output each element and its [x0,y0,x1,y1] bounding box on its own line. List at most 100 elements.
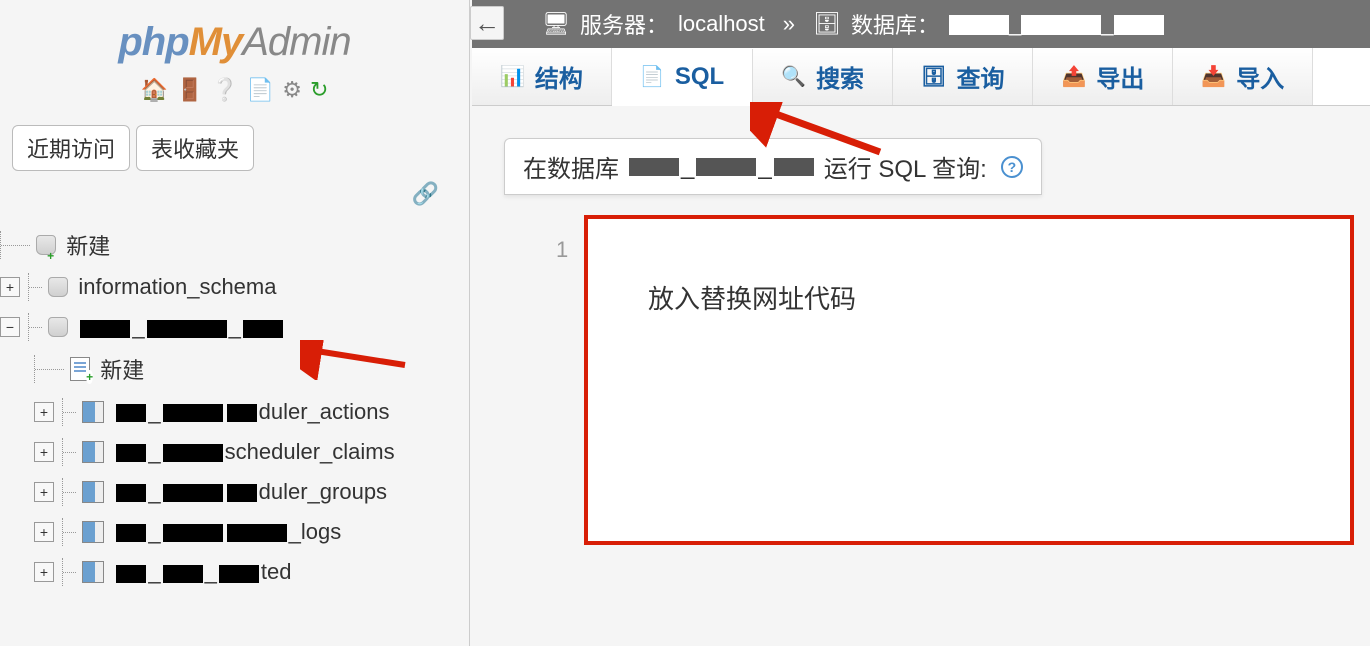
tree-table-2[interactable]: + _scheduler_claims [0,432,459,472]
redacted-text [219,565,259,583]
tab-export[interactable]: 📤 导出 [1033,48,1173,105]
expand-icon[interactable]: + [34,442,54,462]
t4-suffix: _logs [289,519,342,544]
redacted-text [163,444,223,462]
table-1-label: _duler_actions [114,399,389,424]
sql-editor[interactable]: 放入替换网址代码 [584,215,1354,545]
table-3-label: _duler_groups [114,479,387,504]
sidebar-tabs: 近期访问 表收藏夹 [0,113,469,171]
redacted-text [696,158,756,176]
nav-tree: 新建 + information_schema − __ 新建 [0,217,469,602]
tree-table-3[interactable]: + _duler_groups [0,472,459,512]
expand-icon[interactable]: + [34,522,54,542]
redacted-text [116,524,146,542]
logo-admin: Admin [242,20,350,64]
home-icon[interactable]: 🏠 [141,77,168,103]
database-icon [48,277,68,297]
line-number: 1 [556,237,568,263]
tab-query[interactable]: 🗄 查询 [893,48,1033,105]
editor-placeholder: 放入替换网址代码 [588,219,1350,376]
redacted-text [1021,15,1101,35]
tree-new[interactable]: 新建 [0,223,459,267]
search-icon: 🔍 [781,64,806,89]
tab-export-label: 导出 [1096,59,1144,94]
expand-icon[interactable]: + [34,482,54,502]
redacted-text [227,524,287,542]
help-icon[interactable]: ❔ [211,77,238,103]
new-table-icon [70,357,90,381]
table-icon [82,401,104,423]
table-icon [82,481,104,503]
expand-icon[interactable]: + [0,277,20,297]
table-icon [82,561,104,583]
link-icon[interactable]: 🔗 [412,181,439,206]
redacted-text [163,404,223,422]
gear-icon[interactable]: ⚙ [282,77,302,103]
tree-db-information-schema[interactable]: + information_schema [0,267,459,307]
query-icon: 🗄 [921,64,946,89]
redacted-text [163,524,223,542]
structure-icon: 📊 [500,64,525,89]
redacted-text [116,484,146,502]
exit-icon[interactable]: 🚪 [176,77,203,103]
tab-import[interactable]: 📥 导入 [1173,48,1313,105]
breadcrumb: 🖥 服务器： localhost » 🗄 数据库： __ [472,0,1370,48]
back-button[interactable]: ← [470,6,504,40]
tab-sql[interactable]: 📄 SQL [612,49,753,106]
db1-label: information_schema [78,274,276,299]
recent-tab[interactable]: 近期访问 [12,125,130,171]
tab-search-label: 搜索 [816,59,864,94]
redacted-text [949,15,1009,35]
redacted-text [227,484,257,502]
table-2-label: _scheduler_claims [114,439,394,464]
favorites-tab[interactable]: 表收藏夹 [136,125,254,171]
reload-icon[interactable]: ↻ [310,77,328,103]
t5-suffix: ted [261,559,292,584]
tree-db-current[interactable]: − __ [0,307,459,347]
tab-structure-label: 结构 [535,59,583,94]
redacted-text [116,565,146,583]
database-icon: 🗄 [813,11,841,37]
tab-sql-label: SQL [675,63,724,91]
sidebar: phpMyAdmin 🏠 🚪 ❔ 📄 ⚙ ↻ 近期访问 表收藏夹 🔗 新建 + [0,0,470,646]
code-editor-area: 1 放入替换网址代码 [584,215,1350,545]
new-table-label: 新建 [100,358,144,383]
tree-table-1[interactable]: + _duler_actions [0,391,459,431]
panel-prefix: 在数据库 [523,149,619,184]
sidebar-toolbar: 🏠 🚪 ❔ 📄 ⚙ ↻ [10,77,459,103]
help-icon[interactable]: ? [1001,156,1023,178]
table-icon [82,521,104,543]
bc-server-value[interactable]: localhost [678,11,765,37]
redacted-text [116,404,146,422]
t2-suffix: scheduler_claims [225,439,395,464]
redacted-text [243,320,283,338]
table-5-label: __ted [114,559,291,584]
import-icon: 📥 [1201,64,1226,89]
server-icon: 🖥 [542,11,570,37]
main-tabs: 📊 结构 📄 SQL 🔍 搜索 🗄 查询 📤 导出 📥 导入 [472,48,1370,106]
redacted-text [147,320,227,338]
expand-icon[interactable]: + [34,402,54,422]
t1-suffix: duler_actions [259,399,390,424]
database-icon [48,317,68,337]
logo-area: phpMyAdmin 🏠 🚪 ❔ 📄 ⚙ ↻ [0,0,469,113]
tree-table-5[interactable]: + __ted [0,552,459,592]
table-icon [82,441,104,463]
redacted-text [163,565,203,583]
bc-db-value[interactable]: __ [949,11,1164,37]
panel-suffix: 运行 SQL 查询: [824,149,987,184]
tree-table-4[interactable]: + __logs [0,512,459,552]
collapse-icon[interactable]: − [0,317,20,337]
redacted-text [80,320,130,338]
tab-search[interactable]: 🔍 搜索 [753,48,893,105]
tab-structure[interactable]: 📊 结构 [472,48,612,105]
redacted-text [629,158,679,176]
table-4-label: __logs [114,519,341,544]
tree-new-label: 新建 [66,234,110,259]
expand-icon[interactable]: + [34,562,54,582]
docs-icon[interactable]: 📄 [247,77,274,103]
panel-header: 在数据库 __ 运行 SQL 查询: ? [504,138,1042,195]
tab-import-label: 导入 [1236,59,1284,94]
bc-separator: » [783,11,795,37]
tree-db2-new[interactable]: 新建 [0,347,459,391]
